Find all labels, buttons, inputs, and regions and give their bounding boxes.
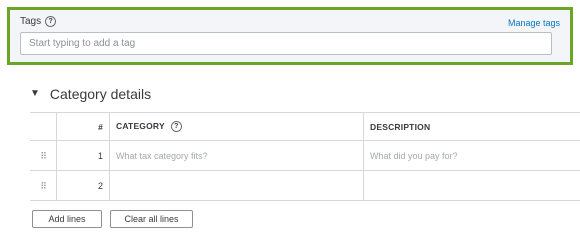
tags-input[interactable] xyxy=(20,32,552,55)
drag-handle-cell[interactable]: ⠿ xyxy=(30,140,57,171)
drag-handle-icon[interactable]: ⠿ xyxy=(40,181,47,191)
description-column-header: DESCRIPTION xyxy=(363,112,580,141)
manage-tags-link[interactable]: Manage tags xyxy=(508,18,560,28)
category-cell[interactable] xyxy=(109,170,364,201)
table-header-row: # CATEGORY? DESCRIPTION xyxy=(30,112,580,141)
description-cell[interactable]: What did you pay for? xyxy=(363,140,580,171)
help-icon[interactable]: ? xyxy=(170,121,182,133)
row-number: 1 xyxy=(56,140,110,171)
category-header-label: CATEGORY xyxy=(116,120,165,131)
category-table: # CATEGORY? DESCRIPTION ⠿ 1 What tax cat… xyxy=(30,112,580,201)
category-column-header: CATEGORY? xyxy=(109,112,364,141)
table-row[interactable]: ⠿ 1 What tax category fits? What did you… xyxy=(30,140,580,171)
caret-down-icon: ▼ xyxy=(30,88,40,99)
tags-panel: Tags ? Manage tags xyxy=(7,7,573,65)
row-number: 2 xyxy=(56,170,110,201)
section-title: Category details xyxy=(49,86,152,102)
table-row[interactable]: ⠿ 2 xyxy=(30,170,580,201)
drag-handle-cell[interactable]: ⠿ xyxy=(30,170,57,201)
category-cell[interactable]: What tax category fits? xyxy=(109,140,364,171)
tags-label: Tags xyxy=(20,16,42,27)
description-cell[interactable] xyxy=(363,170,580,201)
category-placeholder: What tax category fits? xyxy=(116,150,208,161)
description-placeholder: What did you pay for? xyxy=(370,150,458,161)
clear-all-lines-button[interactable]: Clear all lines xyxy=(110,210,193,228)
number-column-header: # xyxy=(56,112,110,141)
drag-column-header xyxy=(30,112,57,141)
drag-handle-icon[interactable]: ⠿ xyxy=(40,151,47,161)
tags-label-row: Tags ? xyxy=(20,16,57,27)
help-icon[interactable]: ? xyxy=(45,16,57,27)
add-lines-button[interactable]: Add lines xyxy=(32,210,102,228)
category-details-toggle[interactable]: ▼ Category details xyxy=(30,86,151,102)
